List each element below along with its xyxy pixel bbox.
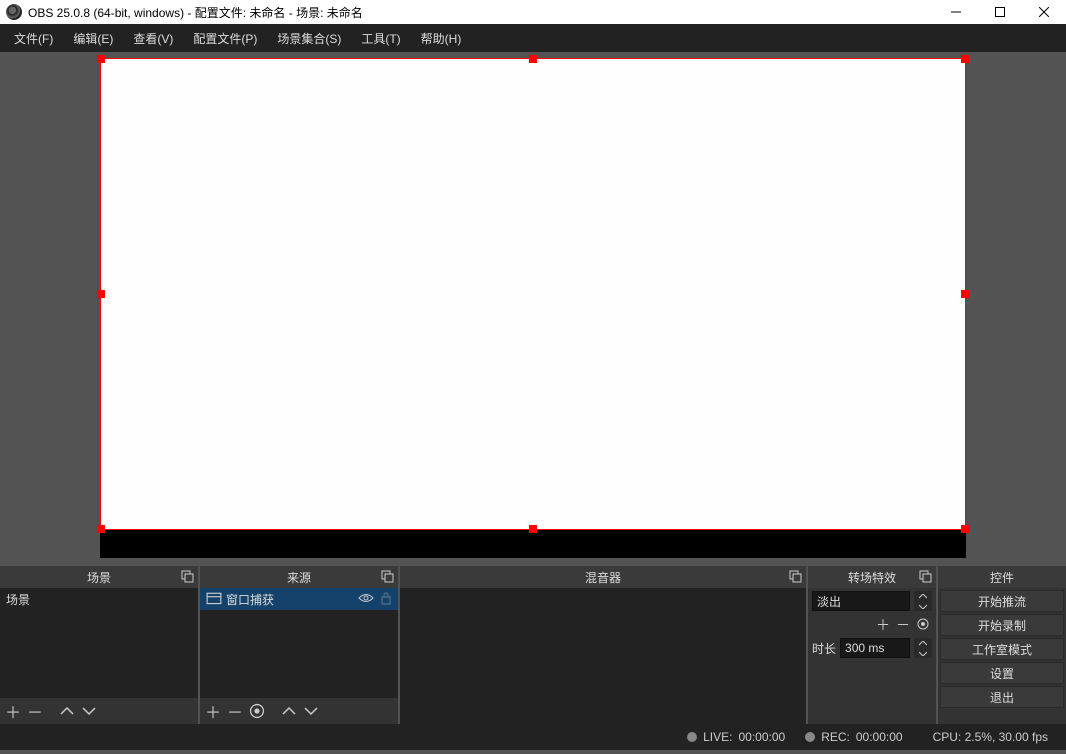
sources-popout-icon[interactable] [380, 569, 394, 586]
menu-view[interactable]: 查看(V) [123, 26, 183, 51]
chevron-up-icon[interactable] [914, 591, 932, 601]
resize-handle-br[interactable] [961, 525, 969, 533]
docks-row: 场景 场景 ＋ － 来源 窗口捕获 [0, 564, 1066, 724]
menu-tools[interactable]: 工具(T) [351, 26, 410, 51]
mixer-body [400, 588, 806, 724]
transitions-body: 淡出 ＋ － 时长 300 ms [808, 588, 936, 724]
live-status: LIVE: 00:00:00 [687, 730, 785, 744]
chevron-down-icon[interactable] [914, 648, 932, 658]
transitions-header: 转场特效 [808, 566, 936, 588]
controls-title: 控件 [938, 569, 1066, 586]
title-bar: OBS 25.0.8 (64-bit, windows) - 配置文件: 未命名… [0, 0, 1066, 24]
lock-icon[interactable] [380, 591, 392, 608]
window-capture-icon [206, 591, 222, 607]
add-transition-button[interactable]: ＋ [876, 615, 890, 635]
window-title: OBS 25.0.8 (64-bit, windows) - 配置文件: 未命名… [28, 4, 934, 21]
mixer-title: 混音器 [400, 569, 806, 586]
menu-bar: 文件(F) 编辑(E) 查看(V) 配置文件(P) 场景集合(S) 工具(T) … [0, 24, 1066, 52]
resize-handle-bc[interactable] [529, 525, 537, 533]
sources-toolbar: ＋ － [200, 698, 398, 724]
studio-mode-button[interactable]: 工作室模式 [940, 638, 1064, 660]
rec-indicator-icon [805, 732, 815, 742]
remove-source-button[interactable]: － [226, 702, 244, 720]
scenes-list[interactable]: 场景 [0, 588, 198, 698]
menu-help[interactable]: 帮助(H) [411, 26, 472, 51]
transition-settings-button[interactable] [916, 617, 930, 634]
transitions-dock: 转场特效 淡出 ＋ － 时长 300 ms [808, 566, 936, 724]
source-down-button[interactable] [302, 702, 320, 720]
resize-handle-tl[interactable] [97, 55, 105, 63]
live-label: LIVE: [703, 730, 732, 744]
duration-spin[interactable] [914, 638, 932, 658]
sources-dock: 来源 窗口捕获 ＋ － [200, 566, 398, 724]
scene-item[interactable]: 场景 [0, 588, 198, 610]
sources-list[interactable]: 窗口捕获 [200, 588, 398, 698]
transitions-popout-icon[interactable] [918, 569, 932, 586]
transition-select[interactable]: 淡出 [812, 591, 910, 611]
scene-down-button[interactable] [80, 702, 98, 720]
app-logo-icon [6, 4, 22, 20]
preview-area [0, 52, 1066, 564]
rec-label: REC: [821, 730, 850, 744]
chevron-up-icon[interactable] [914, 638, 932, 648]
mixer-popout-icon[interactable] [788, 569, 802, 586]
exit-button[interactable]: 退出 [940, 686, 1064, 708]
menu-file[interactable]: 文件(F) [4, 26, 63, 51]
scenes-popout-icon[interactable] [180, 569, 194, 586]
resize-handle-tc[interactable] [529, 55, 537, 63]
start-recording-button[interactable]: 开始录制 [940, 614, 1064, 636]
chevron-down-icon[interactable] [914, 601, 932, 611]
status-bar: LIVE: 00:00:00 REC: 00:00:00 CPU: 2.5%, … [0, 724, 1066, 750]
source-item[interactable]: 窗口捕获 [200, 588, 398, 610]
menu-profile[interactable]: 配置文件(P) [183, 26, 267, 51]
transition-spin[interactable] [914, 591, 932, 611]
close-button[interactable] [1022, 0, 1066, 24]
source-properties-button[interactable] [248, 702, 266, 720]
scenes-toolbar: ＋ － [0, 698, 198, 724]
remove-scene-button[interactable]: － [26, 702, 44, 720]
resize-handle-ml[interactable] [97, 290, 105, 298]
rec-status: REC: 00:00:00 [805, 730, 902, 744]
controls-header: 控件 [938, 566, 1066, 588]
add-source-button[interactable]: ＋ [204, 702, 222, 720]
mixer-header: 混音器 [400, 566, 806, 588]
live-indicator-icon [687, 732, 697, 742]
settings-button[interactable]: 设置 [940, 662, 1064, 684]
transition-selected-label: 淡出 [817, 593, 841, 610]
live-time: 00:00:00 [738, 730, 785, 744]
remove-transition-button[interactable]: － [896, 615, 910, 635]
duration-input[interactable]: 300 ms [840, 638, 910, 658]
scenes-dock: 场景 场景 ＋ － [0, 566, 198, 724]
scene-item-label: 场景 [6, 591, 30, 608]
sources-header: 来源 [200, 566, 398, 588]
scenes-header: 场景 [0, 566, 198, 588]
duration-value: 300 ms [845, 641, 884, 655]
resize-handle-bl[interactable] [97, 525, 105, 533]
controls-dock: 控件 开始推流 开始录制 工作室模式 设置 退出 [938, 566, 1066, 724]
transitions-title: 转场特效 [808, 569, 936, 586]
preview-canvas[interactable] [100, 58, 966, 558]
resize-handle-tr[interactable] [961, 55, 969, 63]
selected-source-bounds[interactable] [100, 58, 966, 530]
visibility-icon[interactable] [358, 592, 374, 606]
source-up-button[interactable] [280, 702, 298, 720]
rec-time: 00:00:00 [856, 730, 903, 744]
scenes-title: 场景 [0, 569, 198, 586]
source-item-label: 窗口捕获 [226, 591, 274, 608]
start-streaming-button[interactable]: 开始推流 [940, 590, 1064, 612]
maximize-button[interactable] [978, 0, 1022, 24]
controls-body: 开始推流 开始录制 工作室模式 设置 退出 [938, 588, 1066, 724]
scene-up-button[interactable] [58, 702, 76, 720]
cpu-stats: CPU: 2.5%, 30.00 fps [933, 730, 1048, 744]
minimize-button[interactable] [934, 0, 978, 24]
menu-scene-collection[interactable]: 场景集合(S) [267, 26, 351, 51]
mixer-dock: 混音器 [400, 566, 806, 724]
menu-edit[interactable]: 编辑(E) [63, 26, 123, 51]
add-scene-button[interactable]: ＋ [4, 702, 22, 720]
resize-handle-mr[interactable] [961, 290, 969, 298]
duration-label: 时长 [812, 640, 836, 657]
sources-title: 来源 [200, 569, 398, 586]
